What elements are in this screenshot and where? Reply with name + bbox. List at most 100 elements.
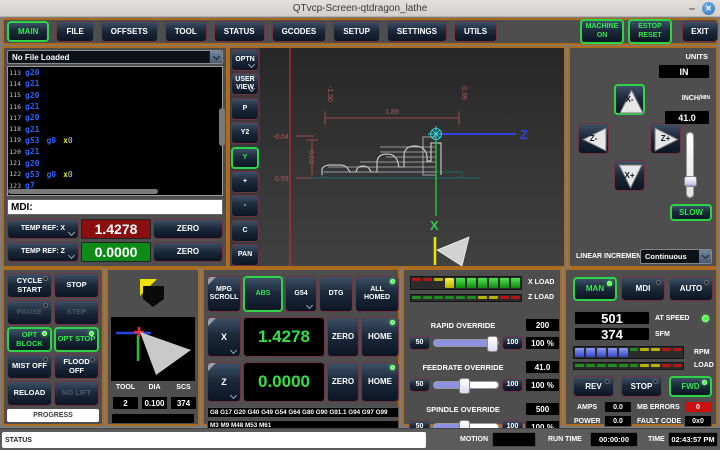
jog-x-plus-button[interactable]: X+ (614, 160, 645, 191)
rapid-min-button[interactable]: 50 (409, 336, 430, 350)
view-button-optn[interactable]: OPTN (231, 49, 259, 71)
zero-z-dro-button[interactable]: ZERO (327, 362, 359, 402)
view-button-pan[interactable]: PAN (231, 244, 259, 266)
jog-x-minus-button[interactable]: X- (614, 84, 645, 115)
jog-rate-slider[interactable] (686, 132, 694, 198)
jog-rate-slider-handle[interactable] (684, 176, 697, 187)
tab-settings[interactable]: SETTINGS (387, 21, 447, 42)
gcode-preview[interactable]: 1.89 -1.50 0.39 -0.04 0.63 0.59 (260, 48, 564, 266)
chevron-down-icon[interactable] (209, 51, 222, 63)
tab-offsets[interactable]: OFFSETS (101, 21, 158, 42)
gcode-line[interactable]: 115g20 (8, 90, 222, 101)
feed-max-button[interactable]: 100 (502, 378, 523, 392)
temp-ref-z-value: 0.0000 (81, 242, 151, 262)
mpg-scroll-button[interactable]: MPG SCROLL (207, 276, 241, 312)
gcode-line[interactable]: 113g20 (8, 67, 222, 78)
zero-x-button[interactable]: ZERO (153, 219, 223, 239)
close-button[interactable]: ✕ (702, 2, 715, 15)
file-combo[interactable]: No File Loaded (7, 50, 223, 64)
abs-button[interactable]: ABS (243, 276, 283, 312)
rapid-slider[interactable] (433, 339, 499, 347)
jog-panel: UNITS IN X- Z- Z+ X+ INCH/MIN 41.0 SLOW … (568, 46, 718, 268)
tab-main[interactable]: MAIN (7, 21, 49, 42)
tab-tool[interactable]: TOOL (165, 21, 207, 42)
man-mode-button[interactable]: MAN (573, 277, 617, 301)
fault-code-value: 0x0 (684, 415, 712, 427)
auto-mode-button[interactable]: AUTO (669, 277, 713, 301)
jog-z-minus-button[interactable]: Z- (578, 123, 609, 154)
no-lift-button[interactable]: NO LIFT (54, 381, 99, 406)
gcode-line[interactable]: 120g21 (8, 146, 222, 157)
gcode-line[interactable]: 119g53g0x0 (8, 135, 222, 146)
exit-button[interactable]: EXIT (682, 21, 718, 42)
feed-override-label: FEEDRATE OVERRIDE (404, 363, 522, 372)
mdi-mode-button[interactable]: MDI (621, 277, 665, 301)
view-button-p[interactable]: P (231, 98, 259, 120)
opt-block-button[interactable]: OPT BLOCK (7, 327, 52, 352)
mb-errors-value: 0 (684, 401, 712, 413)
spindle-load-bar (573, 362, 684, 370)
pause-button[interactable]: PAUSE (7, 300, 52, 325)
tool-label: TOOL (112, 384, 139, 391)
gcode-line[interactable]: 121g20 (8, 157, 222, 168)
view-button--[interactable]: - (231, 195, 259, 217)
view-button--[interactable]: + (231, 171, 259, 193)
home-z-button[interactable]: HOME (361, 362, 399, 402)
reload-button[interactable]: RELOAD (7, 381, 52, 406)
spindle-rev-button[interactable]: REV (573, 376, 614, 397)
gcode-list[interactable]: 113g20114g21115g20116g21117g20118g21119g… (7, 66, 223, 196)
feed-slider[interactable] (433, 381, 499, 389)
flood-off-button[interactable]: FLOOD OFF (54, 354, 99, 379)
view-button-y[interactable]: Y (231, 147, 259, 169)
gcode-line[interactable]: 122g53g0x0 (8, 169, 222, 180)
axis-z-button[interactable]: Z (207, 362, 241, 402)
opt-stop-button[interactable]: OPT STOP (54, 327, 99, 352)
temp-ref-z-button[interactable]: TEMP REF: Z (7, 242, 79, 262)
temp-ref-x-button[interactable]: TEMP REF: X (7, 219, 79, 239)
step-button[interactable]: STEP (54, 300, 99, 325)
feed-min-button[interactable]: 50 (409, 378, 430, 392)
tab-file[interactable]: FILE (56, 21, 93, 42)
feed-value: 41.0 (525, 360, 560, 374)
gcode-line[interactable]: 117g20 (8, 112, 222, 123)
app-window: QTvcp-Screen-qtdragon_lathe – ✕ MAINFILE… (0, 0, 720, 450)
jog-rate-label: INCH/MIN (682, 95, 710, 102)
slow-button[interactable]: SLOW (670, 204, 712, 221)
amps-value: 0.0 (604, 401, 632, 413)
view-button-user-view[interactable]: USER VIEW (231, 73, 259, 95)
linear-increment-combo[interactable]: Continuous (640, 249, 712, 264)
dtg-button[interactable]: DTG (319, 276, 353, 312)
zero-x-dro-button[interactable]: ZERO (327, 317, 359, 357)
spindle-override-label: SPINDLE OVERRIDE (404, 405, 522, 414)
mdi-input[interactable]: MDI: (7, 199, 223, 215)
cycle-start-button[interactable]: CYCLE START (7, 273, 52, 298)
tab-status[interactable]: STATUS (214, 21, 265, 42)
gcode-line[interactable]: 118g21 (8, 123, 222, 134)
all-homed-button[interactable]: ALL HOMED (355, 276, 399, 312)
estop-reset-button[interactable]: ESTOP RESET (628, 19, 672, 44)
axis-x-button[interactable]: X (207, 317, 241, 357)
rapid-slider-handle[interactable] (487, 336, 498, 352)
minimize-button[interactable]: – (689, 5, 695, 13)
spindle-stop-button[interactable]: STOP (621, 376, 662, 397)
gcode-line[interactable]: 116g21 (8, 101, 222, 112)
gcode-line[interactable]: 114g21 (8, 78, 222, 89)
stop-button[interactable]: STOP (54, 273, 99, 298)
tab-utils[interactable]: UTILS (454, 21, 497, 42)
view-button-y2[interactable]: Y2 (231, 122, 259, 144)
chevron-down-icon[interactable] (699, 250, 711, 263)
tab-gcodes[interactable]: GCODES (272, 21, 327, 42)
rapid-max-button[interactable]: 100 (502, 336, 523, 350)
spindle-fwd-button[interactable]: FWD (669, 376, 712, 397)
gcode-vscrollbar[interactable] (219, 108, 225, 146)
gcode-hscrollbar[interactable] (8, 189, 158, 194)
view-button-c[interactable]: C (231, 220, 259, 242)
home-x-button[interactable]: HOME (361, 317, 399, 357)
mist-off-button[interactable]: MIST OFF (7, 354, 52, 379)
jog-z-plus-button[interactable]: Z+ (650, 123, 681, 154)
feed-slider-handle[interactable] (459, 378, 470, 394)
tab-setup[interactable]: SETUP (333, 21, 380, 42)
zero-z-button[interactable]: ZERO (153, 242, 223, 262)
g54-button[interactable]: G54 (285, 276, 317, 312)
machine-on-button[interactable]: MACHINE ON (580, 19, 624, 44)
